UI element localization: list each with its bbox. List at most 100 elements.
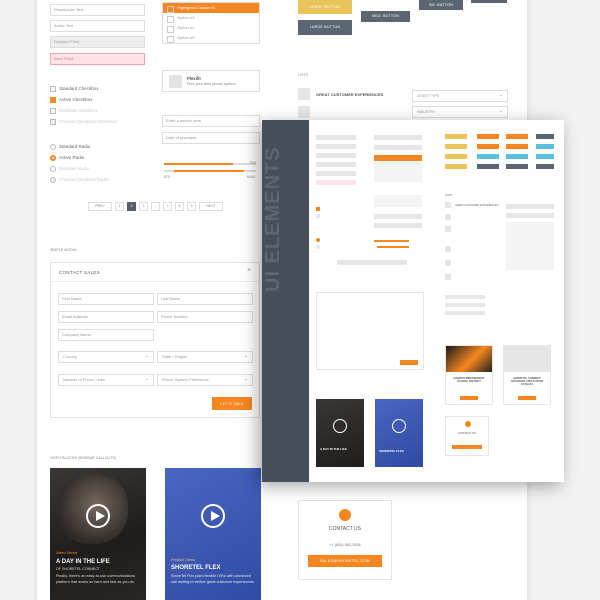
mini-video-title: SHORETEL FLEX [379,449,404,453]
pagination-next[interactable]: NEXT [199,202,223,211]
mini-field [316,171,356,176]
pagination-page[interactable]: 9 [187,202,196,211]
search-input[interactable]: Enter a search term [162,115,260,127]
shoretel-logo-icon [339,509,351,521]
pagination-prev[interactable]: PREV [88,202,112,211]
mini-button [536,134,554,139]
first-name-field[interactable]: First Name [58,293,154,305]
product-thumbnail [169,75,182,88]
contact-us-card: CONTACT US +1 (800) 962-2835 SALES@SHORE… [298,500,392,580]
error-field[interactable]: Error Field [50,53,145,65]
front-lists-heading: LISTS [445,194,453,197]
mini-slider [374,240,409,242]
video-card-day-in-life[interactable]: Video Series A DAY IN THE LIFE OF SHORET… [50,468,146,600]
lets-talk-button[interactable]: LET'S TALK [212,397,252,410]
mini-pagination [337,260,407,265]
mini-field [316,135,356,140]
front-list-item: GREAT CUSTOMER EXPERIENCES [455,204,499,207]
active-text-field[interactable]: Active Text [50,20,145,32]
checkbox-box [50,108,56,114]
mini-button [477,154,499,159]
standard-radio[interactable]: Standard Radio [50,144,90,150]
filter-industry[interactable]: INDUSTRY [412,106,508,118]
country-select[interactable]: Country [58,351,154,363]
modal-divider [51,281,261,282]
radio-circle-checked[interactable] [50,155,56,161]
mini-case-image [504,346,550,372]
range-high-label: $400 [247,175,255,179]
mini-options [374,162,422,182]
active-checkbox[interactable]: Active Checkbox [50,97,93,103]
ui-elements-front-sheet: UI ELEMENTS LISTS GREAT CUSTOMER EXPERIE… [262,120,564,482]
mini-filter [506,204,554,209]
pagination-page[interactable]: 7 [163,202,172,211]
phone-field[interactable]: Phone Number [157,311,253,323]
dropdown-option[interactable]: Option #3 [163,13,259,23]
contact-phone: +1 (800) 962-2835 [329,543,361,547]
phone-lines-select[interactable]: Number of Phone Lines [58,374,154,386]
mini-highlighted-option [374,155,422,161]
play-icon[interactable] [86,504,110,528]
mini-error-field [316,180,356,185]
mini-video-card: A DAY IN THE LIFE [316,399,364,467]
pagination-page[interactable]: 8 [175,202,184,211]
state-select[interactable]: State / Region [157,351,253,363]
email-sales-button[interactable]: SALES@SHORETEL.COM [308,555,382,567]
video-kicker: Video Series [56,551,78,555]
modal-heading: SIMPLE MODAL [50,248,77,252]
checkbox-box[interactable] [50,86,56,92]
pagination-page[interactable]: 3 [139,202,148,211]
pagination-page[interactable]: 1 [115,202,124,211]
mini-play-icon [392,419,406,433]
mini-list-thumb [445,214,451,220]
mini-radio [316,238,320,242]
large-button-slate[interactable]: LARGE BUTTON [298,20,352,35]
active-radio[interactable]: Active Radio [50,155,84,161]
company-field[interactable]: Company Name [58,329,154,341]
modal-title: CONTACT SALES [59,270,100,275]
last-name-field[interactable]: Last Name [157,293,253,305]
mini-button [506,144,528,149]
contact-title: CONTACT US [328,526,362,532]
mini-case-button [518,396,536,400]
product-result[interactable]: Plexifit Find your best phone system [162,70,260,92]
checkbox-label: Checked Disabled Checkbox [59,119,117,124]
checkbox-label: Standard Checkbox [59,86,99,91]
play-icon[interactable] [201,504,225,528]
radio-circle[interactable] [50,144,56,150]
placeholder-text-field[interactable]: Placeholder Text [50,4,145,16]
mini-case-card: HAWAII'S INDEPENDENT SCHOOL DISTRICT [445,345,493,405]
dropdown-option[interactable]: Option #5 [163,33,259,43]
date-input[interactable]: Date of purchase [162,132,260,144]
list-item-label[interactable]: GREAT CUSTOMER EXPERIENCES [316,92,383,97]
mini-list-thumb [445,260,451,266]
mini-contact-card: CONTACT US [445,416,489,456]
dropdown-option[interactable]: Option #4 [163,23,259,33]
mini-button [477,134,499,139]
standard-checkbox[interactable]: Standard Checkbox [50,86,99,92]
mini-field [374,135,422,140]
video-kicker: Product Demo [171,558,196,562]
email-field[interactable]: Email Address [58,311,154,323]
pagination-page-active[interactable]: 2 [127,202,136,211]
phone-pref-select[interactable]: Phone System Preference [157,374,253,386]
filter-asset-type[interactable]: ASSET TYPE [412,90,508,102]
mini-button [445,144,467,149]
video-card-shoretel-flex[interactable]: Product Demo SHORETEL FLEX ShoreTel Flex… [165,468,261,600]
disabled-radio: Disabled Radio [50,166,90,172]
mini-button [536,164,554,169]
composite-stage: Placeholder Text Active Text Disabled Fi… [0,0,600,600]
large-button-yellow[interactable]: LARGE BUTTON [298,0,352,14]
medium-button[interactable]: MED. BUTTON [361,11,410,22]
mini-button [506,164,528,169]
small-button[interactable]: SM. BUTTON [419,0,463,10]
dropdown-options[interactable]: Highlighted Option #1 Option #3 Option #… [162,2,260,44]
small-button-2[interactable] [471,0,507,3]
dropdown-option[interactable]: Highlighted Option #1 [163,3,259,13]
close-icon[interactable]: × [247,267,251,274]
mini-case-title: SHORETEL CONNECT ADVANCED APPLICATION CA… [510,377,544,386]
mini-button [445,164,467,169]
checkbox-box [50,119,56,125]
radio-circle [50,177,56,183]
checkbox-box-checked[interactable] [50,97,56,103]
